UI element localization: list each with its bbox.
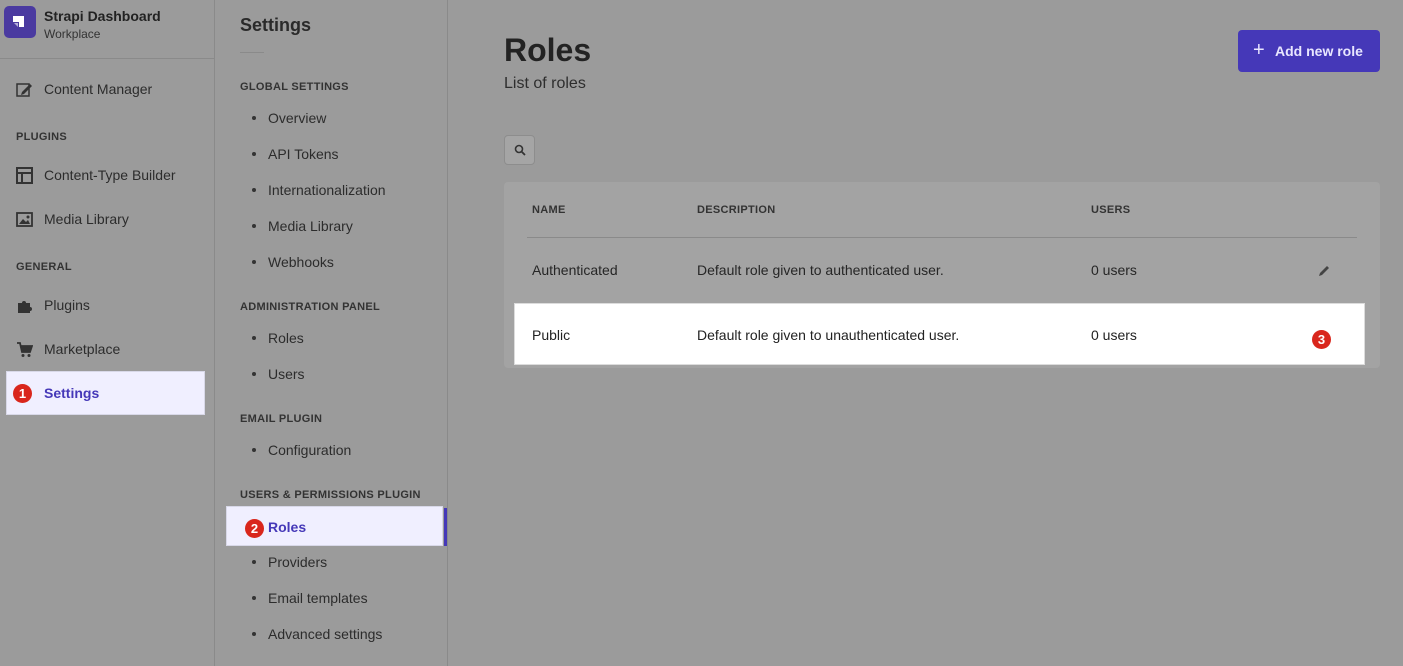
sub-item-label: Roles [268, 330, 304, 346]
bullet [252, 224, 256, 228]
nav-item-marketplace[interactable]: Marketplace [0, 334, 215, 364]
step-marker-3: 3 [1312, 330, 1331, 349]
roles-table: NAME DESCRIPTION USERS Authenticated Def… [504, 182, 1380, 368]
search-button[interactable] [504, 135, 535, 165]
bullet [252, 372, 256, 376]
table-row[interactable]: Public Default role given to unauthentic… [514, 303, 1365, 365]
brand-subtitle: Workplace [44, 27, 101, 41]
sub-item-overview[interactable]: Overview [240, 107, 440, 131]
nav-section-plugins: PLUGINS [16, 131, 67, 143]
nav-item-content-type-builder[interactable]: Content-Type Builder [0, 160, 215, 190]
sub-item-label: Users [268, 366, 305, 382]
bullet [252, 596, 256, 600]
settings-nav: Settings GLOBAL SETTINGS Overview API To… [216, 0, 448, 666]
sub-item-label: Overview [268, 110, 327, 126]
settings-nav-title: Settings [240, 15, 312, 35]
nav-label: Plugins [44, 297, 90, 313]
section-global-settings: GLOBAL SETTINGS [240, 81, 349, 93]
sub-item-admin-roles[interactable]: Roles [240, 327, 440, 351]
nav-item-settings[interactable]: 1 Settings [6, 371, 205, 415]
sub-item-label: Roles [268, 519, 307, 535]
divider [527, 237, 1357, 238]
nav-label: Content Manager [44, 81, 153, 97]
step-marker-1: 1 [13, 384, 32, 403]
role-name: Authenticated [532, 262, 618, 278]
sub-item-label: Internationalization [268, 182, 386, 198]
bullet [252, 560, 256, 564]
bullet [252, 260, 256, 264]
pencil-icon [16, 83, 32, 97]
add-new-role-label: Add new role [1275, 43, 1363, 59]
bullet [252, 632, 256, 636]
sub-item-providers[interactable]: Providers [240, 551, 440, 575]
sub-item-label: Email templates [268, 590, 368, 606]
image-icon [16, 212, 33, 227]
bullet [252, 448, 256, 452]
nav-label: Media Library [44, 211, 129, 227]
add-new-role-button[interactable]: + Add new role [1238, 30, 1380, 72]
nav-label: Content-Type Builder [44, 167, 176, 183]
nav-item-media-library[interactable]: Media Library [0, 204, 215, 234]
sub-item-label: Configuration [268, 442, 352, 458]
section-administration-panel: ADMINISTRATION PANEL [240, 301, 381, 313]
nav-item-plugins[interactable]: Plugins [0, 290, 215, 320]
sub-item-up-roles[interactable]: 2 Roles [226, 506, 443, 546]
sub-item-label: Media Library [268, 218, 353, 234]
bullet [252, 188, 256, 192]
divider [240, 52, 264, 53]
column-header-users: USERS [1091, 204, 1131, 216]
sub-item-media-library[interactable]: Media Library [240, 215, 440, 239]
sub-item-email-templates[interactable]: Email templates [240, 587, 440, 611]
sub-item-label: Advanced settings [268, 626, 383, 642]
sub-item-label: Webhooks [268, 254, 334, 270]
brand: Strapi Dashboard Workplace [0, 0, 215, 59]
column-header-description: DESCRIPTION [697, 204, 776, 216]
nav-label: Settings [44, 385, 100, 401]
active-indicator [444, 508, 447, 546]
bullet [252, 336, 256, 340]
section-users-permissions: USERS & PERMISSIONS PLUGIN [240, 489, 421, 501]
app-root: Strapi Dashboard Workplace Content Manag… [0, 0, 1403, 666]
role-users: 0 users [1091, 262, 1137, 278]
cart-icon [17, 342, 33, 357]
bullet [252, 116, 256, 120]
nav-item-content-manager[interactable]: Content Manager [0, 74, 215, 104]
role-users: 0 users [1091, 327, 1137, 343]
sub-item-advanced-settings[interactable]: Advanced settings [240, 623, 440, 647]
strapi-logo-icon [4, 6, 36, 38]
role-description: Default role given to unauthenticated us… [697, 327, 960, 343]
edit-pencil-icon[interactable] [1317, 264, 1331, 278]
sub-item-internationalization[interactable]: Internationalization [240, 179, 440, 203]
sub-item-label: Providers [268, 554, 328, 570]
main-nav: Strapi Dashboard Workplace Content Manag… [0, 0, 215, 666]
role-name: Public [532, 327, 571, 343]
section-email-plugin: EMAIL PLUGIN [240, 413, 323, 425]
search-icon [514, 144, 526, 156]
layout-icon [16, 167, 33, 184]
sub-item-label: API Tokens [268, 146, 339, 162]
sub-item-api-tokens[interactable]: API Tokens [240, 143, 440, 167]
sub-item-admin-users[interactable]: Users [240, 363, 440, 387]
step-marker-2: 2 [245, 519, 264, 538]
role-description: Default role given to authenticated user… [697, 262, 944, 278]
nav-section-general: GENERAL [16, 261, 72, 273]
page-title: Roles [504, 32, 592, 68]
main-content: Roles List of roles + Add new role NAME … [449, 0, 1403, 666]
sub-item-webhooks[interactable]: Webhooks [240, 251, 440, 275]
column-header-name: NAME [532, 204, 566, 216]
sub-item-configuration[interactable]: Configuration [240, 439, 440, 463]
page-subtitle: List of roles [504, 75, 586, 92]
brand-title: Strapi Dashboard [44, 8, 161, 24]
nav-label: Marketplace [44, 341, 121, 357]
bullet [252, 152, 256, 156]
puzzle-icon [18, 301, 32, 313]
plus-icon: + [1253, 39, 1265, 61]
